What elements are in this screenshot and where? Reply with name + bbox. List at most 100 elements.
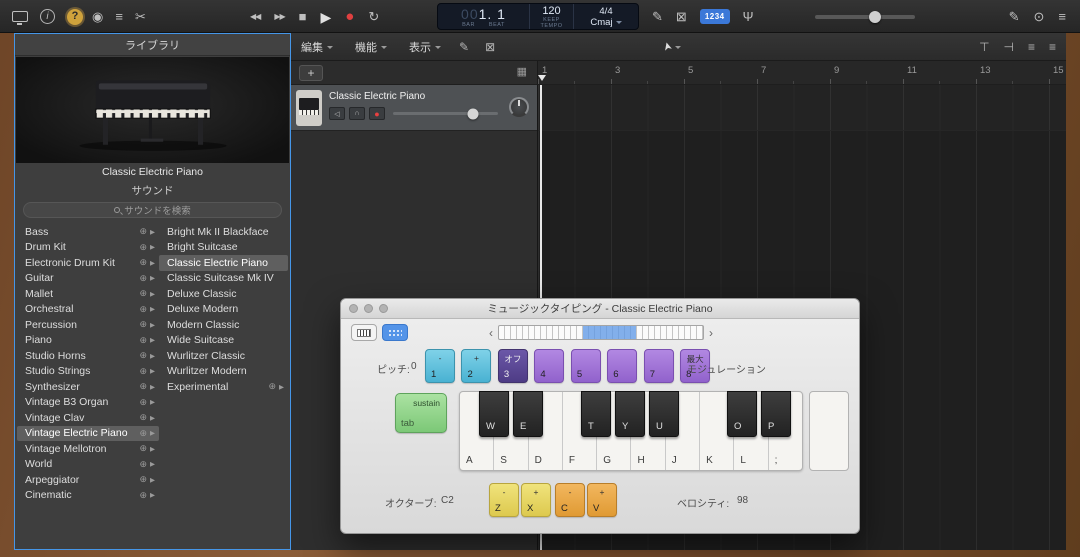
catch-playhead-icon[interactable]: ⊤ xyxy=(979,40,989,54)
black-key[interactable]: P xyxy=(761,391,791,437)
mod-key[interactable]: 7 xyxy=(644,349,674,383)
mod-key[interactable]: オフ 3 xyxy=(498,349,528,383)
smart-controls-icon[interactable]: ◉ xyxy=(92,10,103,23)
cycle-button[interactable]: ↻ xyxy=(368,10,379,23)
snap-icon[interactable]: ⊣ xyxy=(1004,40,1014,54)
category-item[interactable]: Synthesizer ⊕▶ xyxy=(17,379,159,395)
sustain-key[interactable]: sustain tab xyxy=(395,393,447,433)
search-input[interactable]: サウンドを検索 xyxy=(23,202,282,218)
menu-button[interactable]: 機能 xyxy=(355,39,387,55)
mod-key[interactable]: + 2 xyxy=(461,349,491,383)
playhead-marker[interactable] xyxy=(538,75,546,85)
zoom-button[interactable] xyxy=(379,304,388,313)
sound-item[interactable]: Bright Suitcase ⊕▶ xyxy=(159,240,288,256)
black-key[interactable]: U xyxy=(649,391,679,437)
category-item[interactable]: Cinematic ⊕▶ xyxy=(17,488,159,504)
add-track-button[interactable]: + xyxy=(299,65,323,81)
sound-item[interactable]: Modern Classic ⊕▶ xyxy=(159,317,288,333)
count-in-button[interactable]: 1234 xyxy=(700,9,730,24)
list-icon[interactable]: ≡ xyxy=(1058,10,1066,23)
rewind-button[interactable]: ◀◀ xyxy=(250,13,260,21)
category-item[interactable]: Vintage Mellotron ⊕▶ xyxy=(17,441,159,457)
octave-range-navigator[interactable]: ‹ › xyxy=(484,324,718,341)
track-lane[interactable] xyxy=(538,85,1066,131)
timeline-ruler[interactable]: 1 3 5 7 xyxy=(537,61,1066,85)
track-header-options-icon[interactable]: ▦ xyxy=(517,65,527,78)
lcd-position[interactable]: 001. 1 BAR BEAT xyxy=(438,4,530,29)
category-item[interactable]: Guitar ⊕▶ xyxy=(17,271,159,287)
category-item[interactable]: World ⊕▶ xyxy=(17,457,159,473)
display-icon[interactable] xyxy=(12,11,28,22)
menu-button[interactable]: 編集 xyxy=(301,39,333,55)
sound-item[interactable]: Wide Suitcase ⊕▶ xyxy=(159,333,288,349)
mixer-icon[interactable]: ≡ xyxy=(115,10,123,23)
minimize-button[interactable] xyxy=(364,304,373,313)
black-key[interactable]: O xyxy=(727,391,757,437)
sound-item[interactable]: Deluxe Classic ⊕▶ xyxy=(159,286,288,302)
pan-knob[interactable] xyxy=(509,97,529,117)
sound-item[interactable]: Bright Mk II Blackface ⊕▶ xyxy=(159,224,288,240)
help-icon[interactable]: ? xyxy=(67,9,83,25)
octave-up-key[interactable]: + X xyxy=(521,483,551,517)
zoom-vertical-icon[interactable]: ≡ xyxy=(1028,40,1035,54)
sound-item[interactable]: Experimental ⊕▶ xyxy=(159,379,288,395)
category-item[interactable]: Studio Strings ⊕▶ xyxy=(17,364,159,380)
play-button[interactable]: ▶ xyxy=(320,10,331,24)
category-item[interactable]: Vintage Electric Piano ⊕▶ xyxy=(17,426,159,442)
lcd-key-signature[interactable]: 4/4 Cmaj xyxy=(574,4,638,29)
solo-button[interactable]: ∩ xyxy=(349,107,365,120)
record-button[interactable]: ● xyxy=(345,9,354,24)
mini-keyboard-strip[interactable] xyxy=(498,325,704,340)
zoom-horizontal-icon[interactable]: ≡ xyxy=(1049,40,1056,54)
sound-item[interactable]: Wurlitzer Modern ⊕▶ xyxy=(159,364,288,380)
mod-key[interactable]: - 1 xyxy=(425,349,455,383)
mod-key[interactable]: 5 xyxy=(571,349,601,383)
mod-key[interactable]: 4 xyxy=(534,349,564,383)
menu-button[interactable]: 表示 xyxy=(409,39,441,55)
velocity-down-key[interactable]: - C xyxy=(555,483,585,517)
lcd-display[interactable]: 001. 1 BAR BEAT 120 KEEP TEMPO 4/4 Cmaj xyxy=(437,3,639,30)
forward-button[interactable]: ▶▶ xyxy=(274,13,284,21)
lcd-tempo[interactable]: 120 KEEP TEMPO xyxy=(530,4,574,29)
close-button[interactable] xyxy=(349,304,358,313)
category-item[interactable]: Studio Horns ⊕▶ xyxy=(17,348,159,364)
mod-key[interactable]: 6 xyxy=(607,349,637,383)
musical-typing-titlebar[interactable]: ミュージックタイピング - Classic Electric Piano xyxy=(341,299,859,319)
master-volume-slider[interactable] xyxy=(815,0,915,33)
black-key[interactable]: W xyxy=(479,391,509,437)
category-item[interactable]: Mallet ⊕▶ xyxy=(17,286,159,302)
black-key[interactable]: T xyxy=(581,391,611,437)
category-item[interactable]: Percussion ⊕▶ xyxy=(17,317,159,333)
octave-down-key[interactable]: - Z xyxy=(489,483,519,517)
track-header[interactable]: Classic Electric Piano ◁ ∩ ● xyxy=(291,85,537,131)
category-item[interactable]: Arpeggiator ⊕▶ xyxy=(17,472,159,488)
sound-item[interactable]: Classic Suitcase Mk IV ⊕▶ xyxy=(159,271,288,287)
category-item[interactable]: Bass ⊕▶ xyxy=(17,224,159,240)
active-octave-range[interactable] xyxy=(583,326,636,339)
erase-icon[interactable]: ⊠ xyxy=(676,10,687,23)
musical-typing-view-button[interactable] xyxy=(382,324,408,341)
info-icon[interactable]: i xyxy=(40,9,55,24)
white-key-extra[interactable] xyxy=(809,391,849,471)
sound-item[interactable]: Wurlitzer Classic ⊕▶ xyxy=(159,348,288,364)
editor-icon[interactable]: ⊠ xyxy=(485,40,495,54)
editors-icon[interactable]: ✂ xyxy=(135,10,146,23)
chevron-left-icon[interactable]: ‹ xyxy=(484,326,498,340)
velocity-up-key[interactable]: + V xyxy=(587,483,617,517)
category-item[interactable]: Vintage B3 Organ ⊕▶ xyxy=(17,395,159,411)
black-key[interactable]: Y xyxy=(615,391,645,437)
chevron-right-icon[interactable]: › xyxy=(704,326,718,340)
record-enable-button[interactable]: ● xyxy=(369,107,385,120)
category-item[interactable]: Orchestral ⊕▶ xyxy=(17,302,159,318)
draw-icon[interactable]: ✎ xyxy=(652,10,663,23)
pencil-tool-icon[interactable]: ✎ xyxy=(459,40,469,54)
category-item[interactable]: Vintage Clav ⊕▶ xyxy=(17,410,159,426)
category-item[interactable]: Piano ⊕▶ xyxy=(17,333,159,349)
black-key[interactable]: E xyxy=(513,391,543,437)
stop-button[interactable]: ■ xyxy=(299,10,307,23)
sound-item[interactable]: Classic Electric Piano ⊕▶ xyxy=(159,255,288,271)
tuner-icon[interactable]: Ψ xyxy=(743,10,754,23)
compose-icon[interactable]: ✎ xyxy=(1009,10,1020,23)
volume-thumb[interactable] xyxy=(869,11,881,23)
status-icon[interactable]: ⊙ xyxy=(1034,10,1045,23)
